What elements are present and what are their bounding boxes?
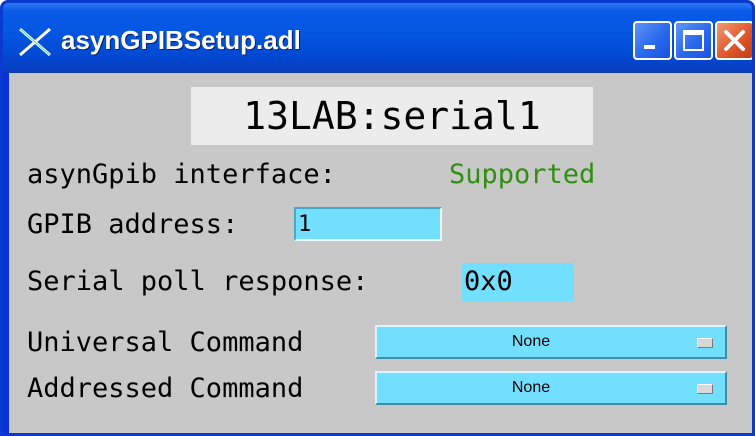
minimize-icon [644,45,655,49]
addressed-command-menu[interactable]: None [375,371,727,405]
option-menu-indicator-icon [697,384,713,394]
universal-command-label: Universal Command [27,327,304,358]
gpib-address-input[interactable] [294,207,442,241]
display-panel: 13LAB:serial1 asynGpib interface: Suppor… [9,73,752,433]
maximize-button[interactable] [674,21,713,60]
serial-poll-label: Serial poll response: [27,266,369,297]
gpib-address-label: GPIB address: [27,209,239,240]
app-window: asynGPIBSetup.adl 13LAB:serial1 asynGpib… [0,0,755,436]
interface-label: asynGpib interface: [27,159,336,190]
x-logo-icon [17,27,53,57]
interface-status: Supported [449,159,596,190]
addressed-command-selected: None [511,379,551,396]
title-bar[interactable]: asynGPIBSetup.adl [3,3,752,73]
window-title: asynGPIBSetup.adl [61,25,301,55]
universal-command-selected: None [511,333,551,350]
minimize-button[interactable] [633,21,672,60]
pv-name-label: 13LAB:serial1 [191,87,593,145]
close-icon [724,30,745,51]
maximize-icon [683,30,704,51]
universal-command-menu[interactable]: None [375,325,727,359]
close-button[interactable] [715,21,752,60]
serial-poll-value: 0x0 [462,263,574,301]
option-menu-indicator-icon [697,338,713,348]
addressed-command-label: Addressed Command [27,373,304,404]
